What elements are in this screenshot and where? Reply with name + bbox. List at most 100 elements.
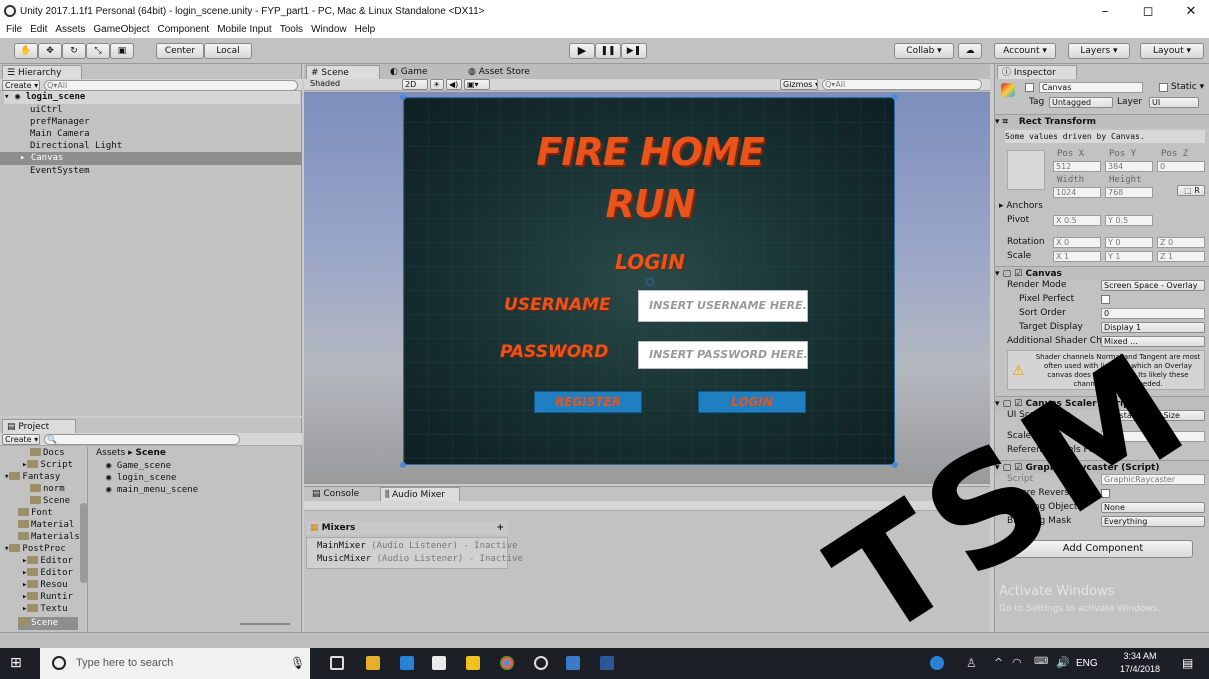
tab-game[interactable]: ◐ Game — [386, 65, 452, 79]
pos-x-field[interactable]: 512 — [1053, 161, 1101, 172]
pinned-app-icon[interactable] — [400, 656, 414, 670]
tray-app-icon[interactable] — [930, 656, 944, 670]
minimize-button[interactable]: – — [1090, 4, 1120, 20]
add-component-button[interactable]: Add Component — [1013, 540, 1193, 558]
menu-file[interactable]: File — [6, 24, 22, 35]
hierarchy-item-canvas[interactable]: ▸ Canvas — [0, 152, 302, 165]
menu-assets[interactable]: Assets — [55, 24, 85, 35]
language-indicator[interactable]: ENG — [1076, 658, 1098, 669]
project-create-dropdown[interactable]: Create ▾ — [2, 434, 40, 445]
taskbar-search-box[interactable]: Type here to search 🎙 — [40, 648, 310, 679]
clock-time[interactable]: 3:34 AM — [1118, 651, 1162, 661]
target-display-dropdown[interactable]: Display 1 — [1101, 322, 1205, 333]
people-icon[interactable]: ♙ — [966, 656, 977, 670]
mail-icon[interactable] — [432, 656, 446, 670]
canvas-scaler-header[interactable]: ▾ ▢ ☑ Canvas Scaler (Script) — [995, 396, 1209, 410]
menu-gameobject[interactable]: GameObject — [93, 24, 149, 35]
layout-dropdown[interactable]: Layout ▾ — [1140, 43, 1204, 59]
folder-tree-scrollbar[interactable] — [80, 503, 87, 583]
scale-factor-field[interactable]: 1 — [1101, 431, 1205, 442]
corner-handle-tr[interactable] — [892, 94, 898, 100]
store-icon[interactable] — [466, 656, 480, 670]
hierarchy-item-eventsystem[interactable]: EventSystem — [30, 165, 90, 178]
cloud-icon[interactable]: ☁ — [958, 43, 982, 59]
zoom-slider[interactable] — [240, 623, 290, 625]
corner-handle-tl[interactable] — [400, 94, 406, 100]
unity-taskbar-icon[interactable] — [534, 656, 548, 670]
close-button[interactable]: ✕ — [1176, 4, 1206, 20]
task-view-icon[interactable] — [330, 656, 344, 670]
folder-scene-selected[interactable]: Scene — [18, 617, 78, 630]
pos-y-field[interactable]: 384 — [1105, 161, 1153, 172]
scale-y-field[interactable]: Y 1 — [1105, 251, 1153, 262]
scale-tool-icon[interactable]: ⤡ — [86, 43, 110, 59]
menu-window[interactable]: Window — [311, 24, 347, 35]
height-field[interactable]: 768 — [1105, 187, 1153, 198]
pivot-center-toggle[interactable]: Center — [156, 43, 204, 59]
mixer-item-music[interactable]: MusicMixer (Audio Listener) - Inactive — [317, 553, 523, 566]
scene-search-input[interactable]: Q▾All — [822, 79, 982, 90]
layers-dropdown[interactable]: Layers ▾ — [1068, 43, 1130, 59]
tag-dropdown[interactable]: Untagged — [1049, 97, 1113, 108]
step-button[interactable]: ▶❚ — [621, 43, 647, 59]
menu-help[interactable]: Help — [355, 24, 376, 35]
graphic-raycaster-header[interactable]: ▾ ▢ ☑ Graphic Raycaster (Script) — [995, 460, 1209, 474]
windows-start-icon[interactable]: ⊞ — [10, 656, 24, 670]
object-name-field[interactable]: Canvas — [1039, 82, 1143, 93]
blocking-mask-dropdown[interactable]: Everything — [1101, 516, 1205, 527]
pause-button[interactable]: ❚❚ — [595, 43, 621, 59]
ui-scale-mode-dropdown[interactable]: Constant Pixel Size — [1101, 410, 1205, 421]
static-label[interactable]: Static ▾ — [1171, 81, 1204, 94]
microphone-icon[interactable]: 🎙 — [290, 656, 305, 670]
menu-edit[interactable]: Edit — [30, 24, 47, 35]
tray-chevron-icon[interactable]: ^ — [994, 656, 1003, 669]
maximize-button[interactable]: ◻ — [1133, 4, 1163, 20]
shader-channels-dropdown[interactable]: Mixed ... — [1101, 336, 1205, 347]
anchor-preset-icon[interactable] — [1007, 150, 1045, 190]
scene-file-main-menu[interactable]: ◉ main_menu_scene — [106, 484, 198, 497]
gizmos-dropdown[interactable]: Gizmos ▾ — [780, 79, 818, 90]
chrome-icon[interactable] — [500, 656, 514, 670]
hierarchy-search-input[interactable]: Q▾All — [44, 80, 298, 91]
word-icon[interactable] — [600, 656, 614, 670]
active-checkbox[interactable] — [1025, 83, 1034, 92]
menu-mobile-input[interactable]: Mobile Input — [217, 24, 271, 35]
wifi-icon[interactable]: ◠ — [1012, 656, 1022, 669]
lighting-toggle-icon[interactable]: ☀ — [430, 79, 444, 90]
move-tool-icon[interactable]: ✥ — [38, 43, 62, 59]
volume-icon[interactable]: 🔊 — [1056, 656, 1070, 669]
rotation-z-field[interactable]: Z 0 — [1157, 237, 1205, 248]
blocking-objects-dropdown[interactable]: None — [1101, 502, 1205, 513]
layer-dropdown[interactable]: UI — [1149, 97, 1199, 108]
static-checkbox[interactable] — [1159, 83, 1168, 92]
tab-asset-store[interactable]: ◍ Asset Store — [464, 65, 564, 79]
username-input[interactable]: INSERT USERNAME HERE... — [638, 290, 808, 322]
tab-console[interactable]: ▤ Console — [308, 487, 378, 501]
pos-z-field[interactable]: 0 — [1157, 161, 1205, 172]
corner-handle-bl[interactable] — [400, 462, 406, 468]
menu-tools[interactable]: Tools — [280, 24, 303, 35]
audio-toggle-icon[interactable]: ◀) — [446, 79, 462, 90]
pivot-handle[interactable] — [646, 278, 654, 286]
effects-toggle-icon[interactable]: ▣▾ — [464, 79, 490, 90]
hierarchy-create-dropdown[interactable]: Create ▾ — [2, 80, 40, 91]
clock-date[interactable]: 17/4/2018 — [1114, 664, 1166, 674]
rotation-y-field[interactable]: Y 0 — [1105, 237, 1153, 248]
login-button[interactable]: LOGIN — [698, 391, 806, 413]
play-button[interactable]: ▶ — [569, 43, 595, 59]
rect-transform-header[interactable]: ▾ ⌗ Rect Transform — [995, 114, 1209, 128]
notifications-icon[interactable]: ▤ — [1182, 656, 1193, 670]
photos-icon[interactable] — [566, 656, 580, 670]
register-button[interactable]: REGISTER — [534, 391, 642, 413]
tab-project[interactable]: ▤ Project — [2, 419, 76, 433]
raw-edit-button[interactable]: ⬚ R — [1177, 185, 1205, 196]
rect-tool-icon[interactable]: ▣ — [110, 43, 134, 59]
width-field[interactable]: 1024 — [1053, 187, 1101, 198]
mixer-item-main[interactable]: MainMixer (Audio Listener) - Inactive — [317, 540, 518, 553]
ignore-reversed-checkbox[interactable] — [1101, 489, 1110, 498]
shading-mode-dropdown[interactable]: Shaded — [308, 79, 398, 90]
rotation-x-field[interactable]: X 0 — [1053, 237, 1101, 248]
menu-component[interactable]: Component — [158, 24, 210, 35]
corner-handle-br[interactable] — [892, 462, 898, 468]
rotate-tool-icon[interactable]: ↻ — [62, 43, 86, 59]
